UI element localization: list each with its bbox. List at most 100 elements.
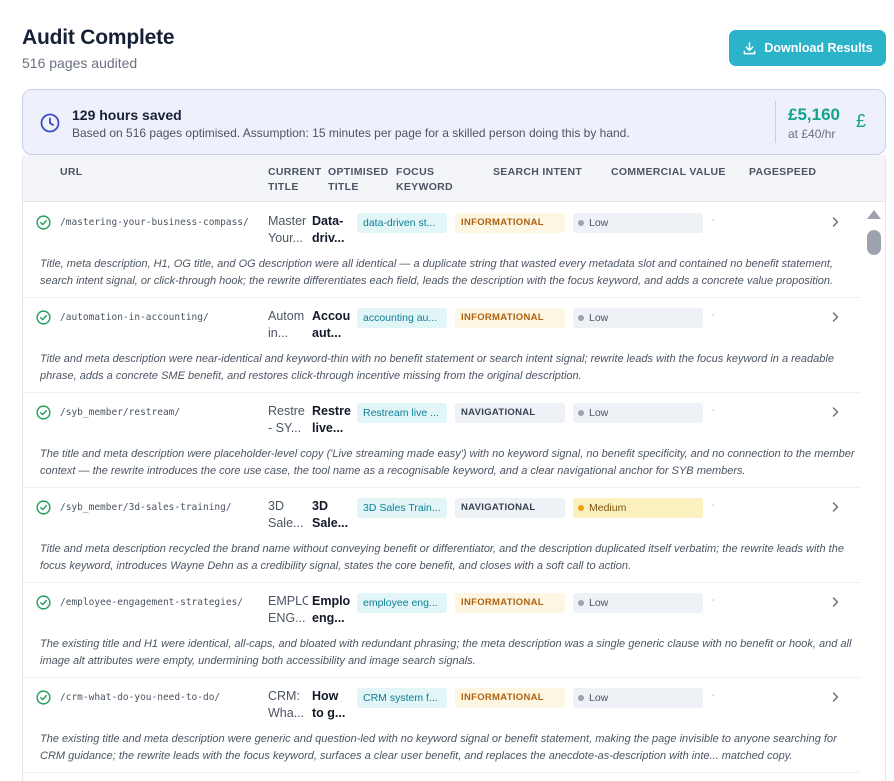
row-pagespeed: - [711, 404, 715, 416]
row-commercial-value-badge: Low [573, 308, 703, 328]
column-header-label: KEYWORD [396, 181, 453, 193]
column-header-focus-keyword[interactable]: FOCUS KEYWORD [396, 165, 453, 195]
table-row[interactable]: /automation-in-accounting/Autom in... Acc… [23, 298, 861, 393]
row-search-intent-badge: INFORMATIONAL [455, 308, 565, 328]
scroll-up-icon[interactable] [867, 210, 881, 219]
row-pagespeed: - [711, 214, 715, 226]
check-circle-icon [36, 215, 51, 230]
table-row[interactable]: /syb_member/3d-sales-training/3D Sale...… [23, 488, 861, 583]
row-url[interactable]: /crm-what-do-you-need-to-do/ [60, 692, 220, 703]
chevron-right-icon[interactable] [831, 216, 840, 228]
chevron-right-icon[interactable] [831, 311, 840, 323]
row-commercial-value-label: Low [589, 217, 609, 229]
row-url[interactable]: /syb_member/3d-sales-training/ [60, 502, 232, 513]
row-search-intent-badge: NAVIGATIONAL [455, 498, 565, 518]
chevron-right-icon[interactable] [831, 596, 840, 608]
table-scrollbar[interactable] [861, 202, 885, 781]
column-header-label: FOCUS [396, 166, 435, 178]
column-header-search-intent[interactable]: SEARCH INTENT [493, 165, 582, 180]
row-search-intent-badge: INFORMATIONAL [455, 593, 565, 613]
hours-saved-title: 129 hours saved [72, 107, 182, 123]
row-commercial-value-badge: Low [573, 403, 703, 423]
row-current-title: Autom in... [268, 309, 305, 340]
row-pagespeed: - [711, 499, 715, 511]
row-url[interactable]: /syb_member/restream/ [60, 407, 180, 418]
download-results-button[interactable]: Download Results [729, 30, 886, 66]
row-current-title: Master Your... [268, 214, 307, 245]
table-row[interactable]: /crm-what-do-you-need-to-do/CRM: Wha... H… [23, 678, 861, 773]
value-dot-icon [578, 410, 584, 416]
row-current-title: EMPLO ENG... [268, 594, 308, 625]
row-focus-keyword: CRM system f... [357, 688, 447, 708]
table-row[interactable]: /syb_member/restream/Restre - SY... Restr… [23, 393, 861, 488]
row-current-title: Restre - SY... [268, 404, 305, 435]
value-dot-icon [578, 505, 584, 511]
row-commercial-value-label: Low [589, 597, 609, 609]
row-commercial-value-badge: Low [573, 593, 703, 613]
row-optimised-title: 3D Sale... [312, 499, 349, 530]
row-current-title: CRM: Wha... [268, 689, 305, 720]
row-pagespeed: - [711, 309, 715, 321]
scroll-thumb[interactable] [867, 230, 881, 255]
row-commercial-value-badge: Low [573, 688, 703, 708]
results-table: URL CURRENT TITLE OPTIMISED TITLE FOCUS … [22, 155, 886, 781]
row-change-note: The title and meta description were plac… [40, 448, 855, 477]
pages-audited-count: 516 pages audited [22, 55, 138, 71]
value-dot-icon [578, 220, 584, 226]
chevron-right-icon[interactable] [831, 691, 840, 703]
banner-divider [775, 101, 776, 143]
table-row[interactable]: /employee-engagement-strategies/EMPLO EN… [23, 583, 861, 678]
column-header-label: TITLE [268, 181, 299, 193]
row-optimised-title: How to g... [312, 689, 346, 720]
check-circle-icon [36, 690, 51, 705]
row-url[interactable]: /mastering-your-business-compass/ [60, 217, 249, 228]
check-circle-icon [36, 500, 51, 515]
row-commercial-value-badge: Low [573, 213, 703, 233]
row-optimised-title: Restre live... [312, 404, 351, 435]
download-icon [743, 41, 756, 54]
row-commercial-value-label: Low [589, 407, 609, 419]
check-circle-icon [36, 405, 51, 420]
column-header-url[interactable]: URL [60, 165, 82, 180]
value-dot-icon [578, 315, 584, 321]
column-header-label: TITLE [328, 181, 359, 193]
hourly-rate: at £40/hr [788, 127, 836, 141]
row-change-note: Title and meta description recycled the … [40, 543, 844, 572]
download-results-label: Download Results [764, 41, 873, 55]
row-change-note: Title and meta description were near-ide… [40, 353, 834, 382]
savings-amount: £5,160 [788, 105, 840, 124]
clock-icon [40, 113, 60, 133]
row-search-intent-badge: INFORMATIONAL [455, 213, 565, 233]
check-circle-icon [36, 595, 51, 610]
table-row[interactable]: /mastering-your-business-compass/Master … [23, 203, 861, 298]
column-header-commercial-value[interactable]: COMMERCIAL VALUE [611, 165, 726, 180]
row-commercial-value-label: Low [589, 692, 609, 704]
value-dot-icon [578, 600, 584, 606]
row-focus-keyword: data-driven st... [357, 213, 447, 233]
row-commercial-value-badge: Medium [573, 498, 703, 518]
row-focus-keyword: 3D Sales Train... [357, 498, 447, 518]
value-dot-icon [578, 695, 584, 701]
chevron-right-icon[interactable] [831, 406, 840, 418]
row-optimised-title: Emplo eng... [312, 594, 351, 625]
row-url[interactable]: /automation-in-accounting/ [60, 312, 209, 323]
row-search-intent-badge: INFORMATIONAL [455, 688, 565, 708]
table-header: URL CURRENT TITLE OPTIMISED TITLE FOCUS … [23, 155, 885, 202]
row-change-note: The existing title and H1 were identical… [40, 638, 852, 667]
row-commercial-value-label: Medium [589, 502, 627, 514]
row-url[interactable]: /employee-engagement-strategies/ [60, 597, 243, 608]
row-change-note: Title, meta description, H1, OG title, a… [40, 258, 834, 287]
row-pagespeed: - [711, 594, 715, 606]
time-saved-banner: 129 hours saved Based on 516 pages optim… [22, 89, 886, 155]
row-optimised-title: Accou aut... [312, 309, 351, 340]
chevron-right-icon[interactable] [831, 501, 840, 513]
check-circle-icon [36, 310, 51, 325]
column-header-optimised-title[interactable]: OPTIMISED TITLE [328, 165, 388, 195]
page-title: Audit Complete [22, 26, 175, 49]
column-header-pagespeed[interactable]: PAGESPEED [749, 165, 816, 180]
row-search-intent-badge: NAVIGATIONAL [455, 403, 565, 423]
column-header-current-title[interactable]: CURRENT TITLE [268, 165, 321, 195]
row-change-note: The existing title and meta description … [40, 733, 837, 762]
row-focus-keyword: Restream live ... [357, 403, 447, 423]
pound-icon: £ [856, 111, 867, 131]
